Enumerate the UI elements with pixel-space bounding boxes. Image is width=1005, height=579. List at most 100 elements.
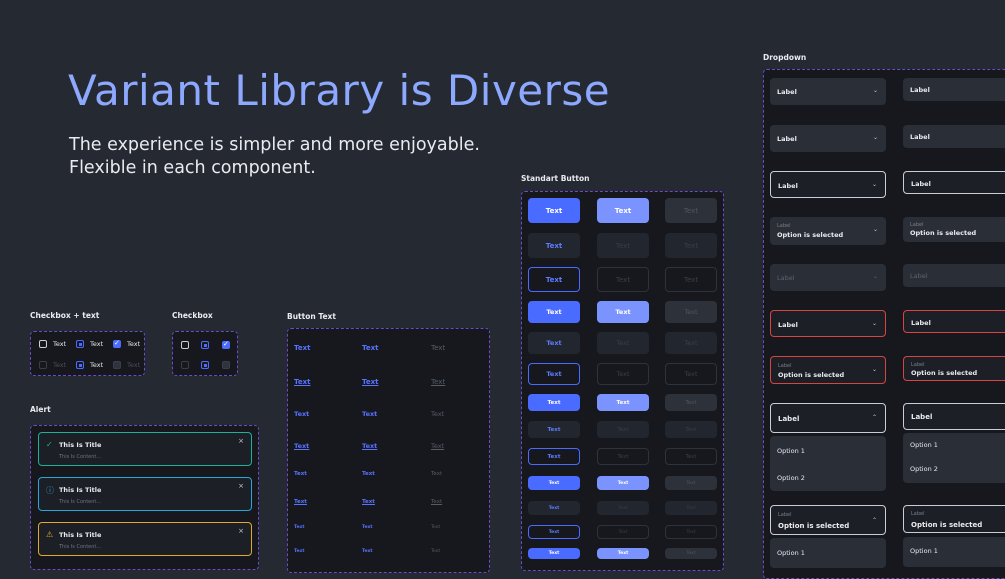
outline-button-sm[interactable]: Text: [528, 448, 580, 465]
text-button-md-underline-disabled: Text: [431, 442, 445, 450]
dropdown-sm-error-selected[interactable]: Label Option is selected: [903, 356, 1005, 381]
secondary-button-md[interactable]: Text: [528, 332, 580, 354]
secondary-button-md-hover[interactable]: Text: [597, 332, 649, 354]
outline-button-sm-hover[interactable]: Text: [597, 448, 649, 465]
dropdown-option[interactable]: Option 1: [910, 547, 938, 555]
text-button-hover[interactable]: Text: [362, 344, 378, 352]
text-button-xs-underline[interactable]: Text: [294, 549, 305, 554]
checkbox-indeterminate[interactable]: [201, 341, 209, 349]
checkbox-label: Text: [90, 361, 104, 369]
dropdown-panel: Label ⌄ Label ⌄ Label ⌄ Label Option is …: [763, 69, 1005, 579]
text-button-underline-hover[interactable]: Text: [362, 378, 378, 386]
checkbox-focus[interactable]: [76, 361, 84, 369]
dropdown-open-selected[interactable]: Label Option is selected ⌃: [770, 505, 886, 535]
dropdown-label: Label: [777, 88, 797, 96]
secondary-button-sm[interactable]: Text: [528, 421, 580, 438]
primary-button-hover[interactable]: Text: [597, 198, 649, 223]
primary-button[interactable]: Text: [528, 198, 580, 223]
text-button-underline[interactable]: Text: [294, 378, 310, 386]
text-button-md-hover[interactable]: Text: [362, 410, 377, 418]
primary-button-sm[interactable]: Text: [528, 394, 580, 411]
primary-button-md[interactable]: Text: [528, 301, 580, 323]
primary-button-disabled: Text: [665, 198, 717, 223]
primary-button-sm-hover[interactable]: Text: [597, 394, 649, 411]
outline-button-md[interactable]: Text: [528, 363, 580, 385]
outline-button-xs-hover[interactable]: Text: [597, 525, 649, 539]
text-button-sm-underline-hover[interactable]: Text: [362, 499, 375, 505]
close-icon[interactable]: ×: [238, 527, 244, 535]
text-button-sm-hover[interactable]: Text: [362, 471, 375, 477]
dropdown-option[interactable]: Option 1: [910, 441, 938, 449]
dropdown-label: Label: [777, 274, 795, 282]
primary-button-xxs-hover[interactable]: Text: [597, 548, 649, 559]
dropdown[interactable]: Label ⌄: [770, 78, 886, 105]
dropdown-menu: Option 1: [903, 537, 1005, 567]
dropdown-sm-open-selected[interactable]: Label Option is selected: [903, 505, 1005, 533]
dropdown-option[interactable]: Option 2: [910, 465, 938, 473]
dropdown-option[interactable]: Option 1: [777, 549, 805, 557]
section-label-button-text: Button Text: [287, 312, 336, 321]
dropdown-selected[interactable]: Label Option is selected ⌄: [770, 217, 886, 245]
dropdown-sm-open[interactable]: Label: [903, 403, 1005, 430]
dropdown-sm-selected[interactable]: Label Option is selected: [903, 217, 1005, 242]
secondary-button-hover[interactable]: Text: [597, 233, 649, 258]
dropdown-small-label: Label: [911, 511, 925, 517]
outline-button-md-hover[interactable]: Text: [597, 363, 649, 385]
close-icon[interactable]: ×: [238, 482, 244, 490]
dropdown-error-selected[interactable]: Label Option is selected ⌄: [770, 356, 886, 384]
dropdown-sm-focus[interactable]: Label: [903, 171, 1005, 194]
dropdown-option[interactable]: Option 2: [777, 474, 805, 482]
dropdown-sm-error[interactable]: Label: [903, 310, 1005, 333]
primary-button-xs-hover[interactable]: Text: [597, 476, 649, 490]
chevron-down-icon: ⌄: [871, 366, 877, 373]
secondary-button-sm-hover[interactable]: Text: [597, 421, 649, 438]
dropdown-sm[interactable]: Label: [903, 78, 1005, 101]
section-label-dropdown: Dropdown: [763, 53, 807, 62]
secondary-button-md-disabled: Text: [665, 332, 717, 354]
checkbox-label: Text: [53, 340, 67, 348]
primary-button-xxs[interactable]: Text: [528, 548, 580, 559]
checkbox-checked[interactable]: [222, 340, 230, 349]
outline-button[interactable]: Text: [528, 267, 580, 292]
text-button-xs[interactable]: Text: [294, 525, 305, 530]
text-button[interactable]: Text: [294, 344, 310, 352]
checkbox-indeterminate[interactable]: [76, 340, 84, 348]
primary-button-xs-disabled: Text: [665, 476, 717, 490]
text-button-md-underline-hover[interactable]: Text: [362, 442, 377, 450]
text-button-sm-underline[interactable]: Text: [294, 499, 307, 505]
secondary-button[interactable]: Text: [528, 233, 580, 258]
text-button-md-disabled: Text: [431, 410, 445, 418]
primary-button-xs[interactable]: Text: [528, 476, 580, 490]
text-button-xs-hover[interactable]: Text: [362, 525, 373, 530]
alert-content: This Is Content...: [59, 499, 102, 505]
text-button-xs-underline-hover[interactable]: Text: [362, 549, 373, 554]
close-icon[interactable]: ×: [238, 437, 244, 445]
checkbox-checked[interactable]: [113, 339, 121, 348]
dropdown-hover[interactable]: Label ⌄: [770, 125, 886, 152]
alert-info: ⓘ This Is Title This Is Content... ×: [38, 477, 252, 511]
text-button-sm-disabled: Text: [431, 471, 443, 477]
text-button-md-underline[interactable]: Text: [294, 442, 309, 450]
dropdown-error[interactable]: Label ⌄: [770, 310, 886, 337]
checkbox-disabled: [181, 361, 189, 369]
dropdown-value: Option is selected: [911, 521, 983, 529]
checkbox-disabled-checked: [113, 361, 121, 369]
dropdown-option[interactable]: Option 1: [777, 447, 805, 455]
secondary-button-xs-hover[interactable]: Text: [597, 501, 649, 515]
primary-button-md-hover[interactable]: Text: [597, 301, 649, 323]
dropdown-disabled: Label ⌄: [770, 264, 886, 291]
checkbox[interactable]: [181, 341, 189, 349]
text-button-md[interactable]: Text: [294, 410, 309, 418]
chevron-down-icon: ⌄: [872, 87, 878, 94]
checkbox-disabled-checked: [222, 361, 230, 369]
text-button-sm[interactable]: Text: [294, 471, 307, 477]
dropdown-sm-hover[interactable]: Label: [903, 125, 1005, 148]
outline-button-xs[interactable]: Text: [528, 525, 580, 539]
alert-warning: ⚠ This Is Title This Is Content... ×: [38, 522, 252, 556]
secondary-button-xs[interactable]: Text: [528, 501, 580, 515]
checkbox-focus[interactable]: [201, 361, 209, 369]
dropdown-focus[interactable]: Label ⌄: [770, 171, 886, 198]
checkbox[interactable]: [39, 340, 47, 348]
dropdown-open[interactable]: Label ⌃: [770, 403, 886, 433]
outline-button-hover[interactable]: Text: [597, 267, 649, 292]
